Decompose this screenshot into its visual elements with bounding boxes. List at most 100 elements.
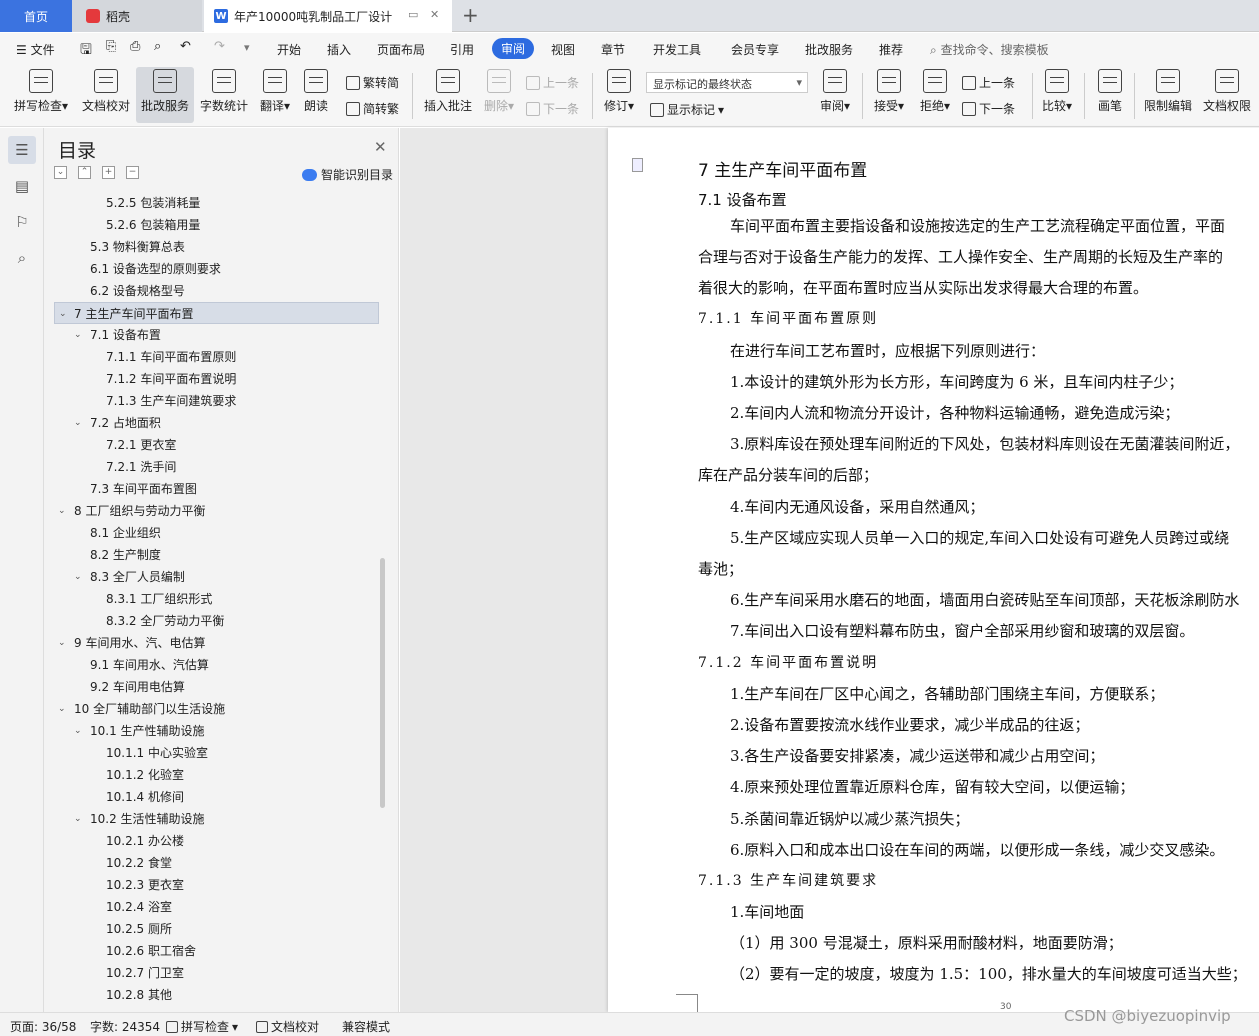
- toc-item[interactable]: 9.2 车间用电估算: [44, 676, 384, 698]
- reject-button[interactable]: 拒绝▾: [916, 69, 954, 114]
- toc-item[interactable]: 10.2.8 其他: [44, 984, 384, 1006]
- menu-start[interactable]: 开始: [277, 41, 301, 58]
- toc-item[interactable]: 7.1.1 车间平面布置原则: [44, 346, 384, 368]
- toc-item[interactable]: 6.1 设备选型的原则要求: [44, 258, 384, 280]
- next-change-button[interactable]: 下一条: [962, 100, 1015, 117]
- word-count-button[interactable]: 字数统计: [198, 69, 250, 114]
- page-indicator[interactable]: 页面: 36/58: [10, 1018, 76, 1035]
- toc-item[interactable]: 10.2.4 浴室: [44, 896, 384, 918]
- chevron-down-icon[interactable]: ⌄: [74, 412, 82, 434]
- toc-item[interactable]: 6.2 设备规格型号: [44, 280, 384, 302]
- toc-item[interactable]: ⌄ 8.3 全厂人员编制: [44, 566, 384, 588]
- doc-permission-button[interactable]: 文档权限: [1200, 69, 1254, 114]
- toc-item[interactable]: 5.3 物料衡算总表: [44, 236, 384, 258]
- menu-dev-tools[interactable]: 开发工具: [653, 41, 701, 58]
- remove-level-icon[interactable]: −: [126, 166, 139, 179]
- toc-item[interactable]: 10.1.4 机修间: [44, 786, 384, 808]
- toc-item[interactable]: 10.2.2 食堂: [44, 852, 384, 874]
- file-menu[interactable]: ☰ 文件: [16, 41, 55, 58]
- toc-item[interactable]: ⌄ 8 工厂组织与劳动力平衡: [44, 500, 384, 522]
- markup-display-select[interactable]: 显示标记的最终状态: [646, 72, 808, 93]
- menu-correction-service[interactable]: 批改服务: [805, 41, 853, 58]
- bookmark-icon[interactable]: ⚐: [8, 208, 36, 236]
- chevron-down-icon[interactable]: ⌄: [74, 566, 82, 588]
- toc-item[interactable]: ⌄ 10.2 生活性辅助设施: [44, 808, 384, 830]
- compare-button[interactable]: 比较▾: [1038, 69, 1076, 114]
- print-icon[interactable]: ⎙: [130, 39, 140, 54]
- toc-item[interactable]: 7.1.2 车间平面布置说明: [44, 368, 384, 390]
- toc-item[interactable]: 10.1.1 中心实验室: [44, 742, 384, 764]
- toc-item[interactable]: 8.2 生产制度: [44, 544, 384, 566]
- trad-to-simp-button[interactable]: 繁转简: [346, 74, 399, 91]
- collapse-all-icon[interactable]: ⌄: [54, 166, 67, 179]
- correction-service-button[interactable]: 批改服务: [136, 67, 194, 123]
- toc-item[interactable]: ⌄ 10 全厂辅助部门以生活设施: [44, 698, 384, 720]
- save-icon[interactable]: 🖫: [80, 39, 92, 63]
- word-count-indicator[interactable]: 字数: 24354: [90, 1018, 160, 1035]
- toc-item[interactable]: 10.2.7 门卫室: [44, 962, 384, 984]
- tab-close-icon[interactable]: ✕: [430, 8, 439, 21]
- delete-comment-button[interactable]: 删除▾: [480, 69, 518, 114]
- tab-pin-icon[interactable]: ▭: [408, 8, 418, 21]
- add-level-icon[interactable]: +: [102, 166, 115, 179]
- toc-item[interactable]: 5.2.5 包装消耗量: [44, 192, 384, 214]
- toc-item[interactable]: 10.2.3 更衣室: [44, 874, 384, 896]
- translate-button[interactable]: 翻译▾: [256, 69, 294, 114]
- toc-item[interactable]: 10.2.5 厕所: [44, 918, 384, 940]
- show-markup-button[interactable]: 显示标记 ▾: [650, 101, 724, 118]
- review-pane-button[interactable]: 审阅▾: [816, 69, 854, 114]
- toc-panel-icon[interactable]: ☰: [8, 136, 36, 164]
- document-page[interactable]: 7 主生产车间平面布置 7.1 设备布置 车间平面布置主要指设备和设施按选定的生…: [608, 128, 1259, 1012]
- accept-button[interactable]: 接受▾: [870, 69, 908, 114]
- toc-item[interactable]: 7.2.1 洗手间: [44, 456, 384, 478]
- insert-comment-button[interactable]: 插入批注: [420, 69, 476, 114]
- tab-home[interactable]: 首页: [0, 0, 72, 32]
- doc-proofread-button[interactable]: 文档校对: [80, 69, 132, 114]
- chevron-down-icon[interactable]: ⌄: [59, 303, 67, 325]
- chevron-down-icon[interactable]: ⌄: [58, 500, 66, 522]
- close-icon[interactable]: ✕: [374, 138, 387, 156]
- toc-item[interactable]: ⌄ 7 主生产车间平面布置: [54, 302, 379, 324]
- chapter-nav-icon[interactable]: ▤: [8, 172, 36, 200]
- toc-item[interactable]: 7.2.1 更衣室: [44, 434, 384, 456]
- more-icon[interactable]: ▾: [244, 41, 250, 54]
- undo-icon[interactable]: ↶: [180, 39, 191, 54]
- chevron-down-icon[interactable]: ⌄: [74, 808, 82, 830]
- new-tab-icon[interactable]: +: [462, 3, 479, 27]
- redo-icon[interactable]: ↷: [214, 39, 225, 54]
- chevron-down-icon[interactable]: ⌄: [58, 698, 66, 720]
- prev-change-button[interactable]: 上一条: [962, 74, 1015, 91]
- toc-item[interactable]: 10.1.2 化验室: [44, 764, 384, 786]
- chevron-down-icon[interactable]: ⌄: [74, 324, 82, 346]
- track-changes-button[interactable]: 修订▾: [600, 69, 638, 114]
- print-preview-icon[interactable]: ⌕: [154, 39, 161, 54]
- menu-review[interactable]: 审阅: [492, 38, 535, 59]
- export-icon[interactable]: ⎘: [106, 39, 116, 54]
- pen-button[interactable]: 画笔: [1092, 69, 1128, 114]
- menu-page-layout[interactable]: 页面布局: [377, 41, 425, 58]
- toc-item[interactable]: 10.2.6 职工宿舍: [44, 940, 384, 962]
- menu-view[interactable]: 视图: [551, 41, 575, 58]
- menu-member[interactable]: 会员专享: [731, 41, 779, 58]
- toc-item[interactable]: 5.2.6 包装箱用量: [44, 214, 384, 236]
- toc-item[interactable]: ⌄ 7.2 占地面积: [44, 412, 384, 434]
- toc-item[interactable]: 8.3.1 工厂组织形式: [44, 588, 384, 610]
- menu-chapter[interactable]: 章节: [601, 41, 625, 58]
- doc-options-icon[interactable]: [632, 158, 643, 172]
- smart-toc-button[interactable]: 智能识别目录: [302, 166, 393, 183]
- toc-scrollbar[interactable]: [380, 558, 385, 808]
- find-icon[interactable]: ⌕: [8, 244, 36, 272]
- toc-item[interactable]: 7.1.3 生产车间建筑要求: [44, 390, 384, 412]
- command-search[interactable]: ⌕ 查找命令、搜索模板: [930, 41, 1049, 58]
- prev-comment-button[interactable]: 上一条: [526, 74, 579, 91]
- simp-to-trad-button[interactable]: 简转繁: [346, 100, 399, 117]
- toc-item[interactable]: 8.3.2 全厂劳动力平衡: [44, 610, 384, 632]
- spell-check-status[interactable]: 拼写检查 ▾: [166, 1018, 238, 1035]
- chevron-down-icon[interactable]: ⌄: [74, 720, 82, 742]
- tab-daoke[interactable]: 稻壳: [72, 0, 202, 32]
- toc-item[interactable]: 7.3 车间平面布置图: [44, 478, 384, 500]
- next-comment-button[interactable]: 下一条: [526, 100, 579, 117]
- proofread-status[interactable]: 文档校对: [256, 1018, 319, 1035]
- menu-recommend[interactable]: 推荐: [879, 41, 903, 58]
- chevron-down-icon[interactable]: ⌄: [58, 632, 66, 654]
